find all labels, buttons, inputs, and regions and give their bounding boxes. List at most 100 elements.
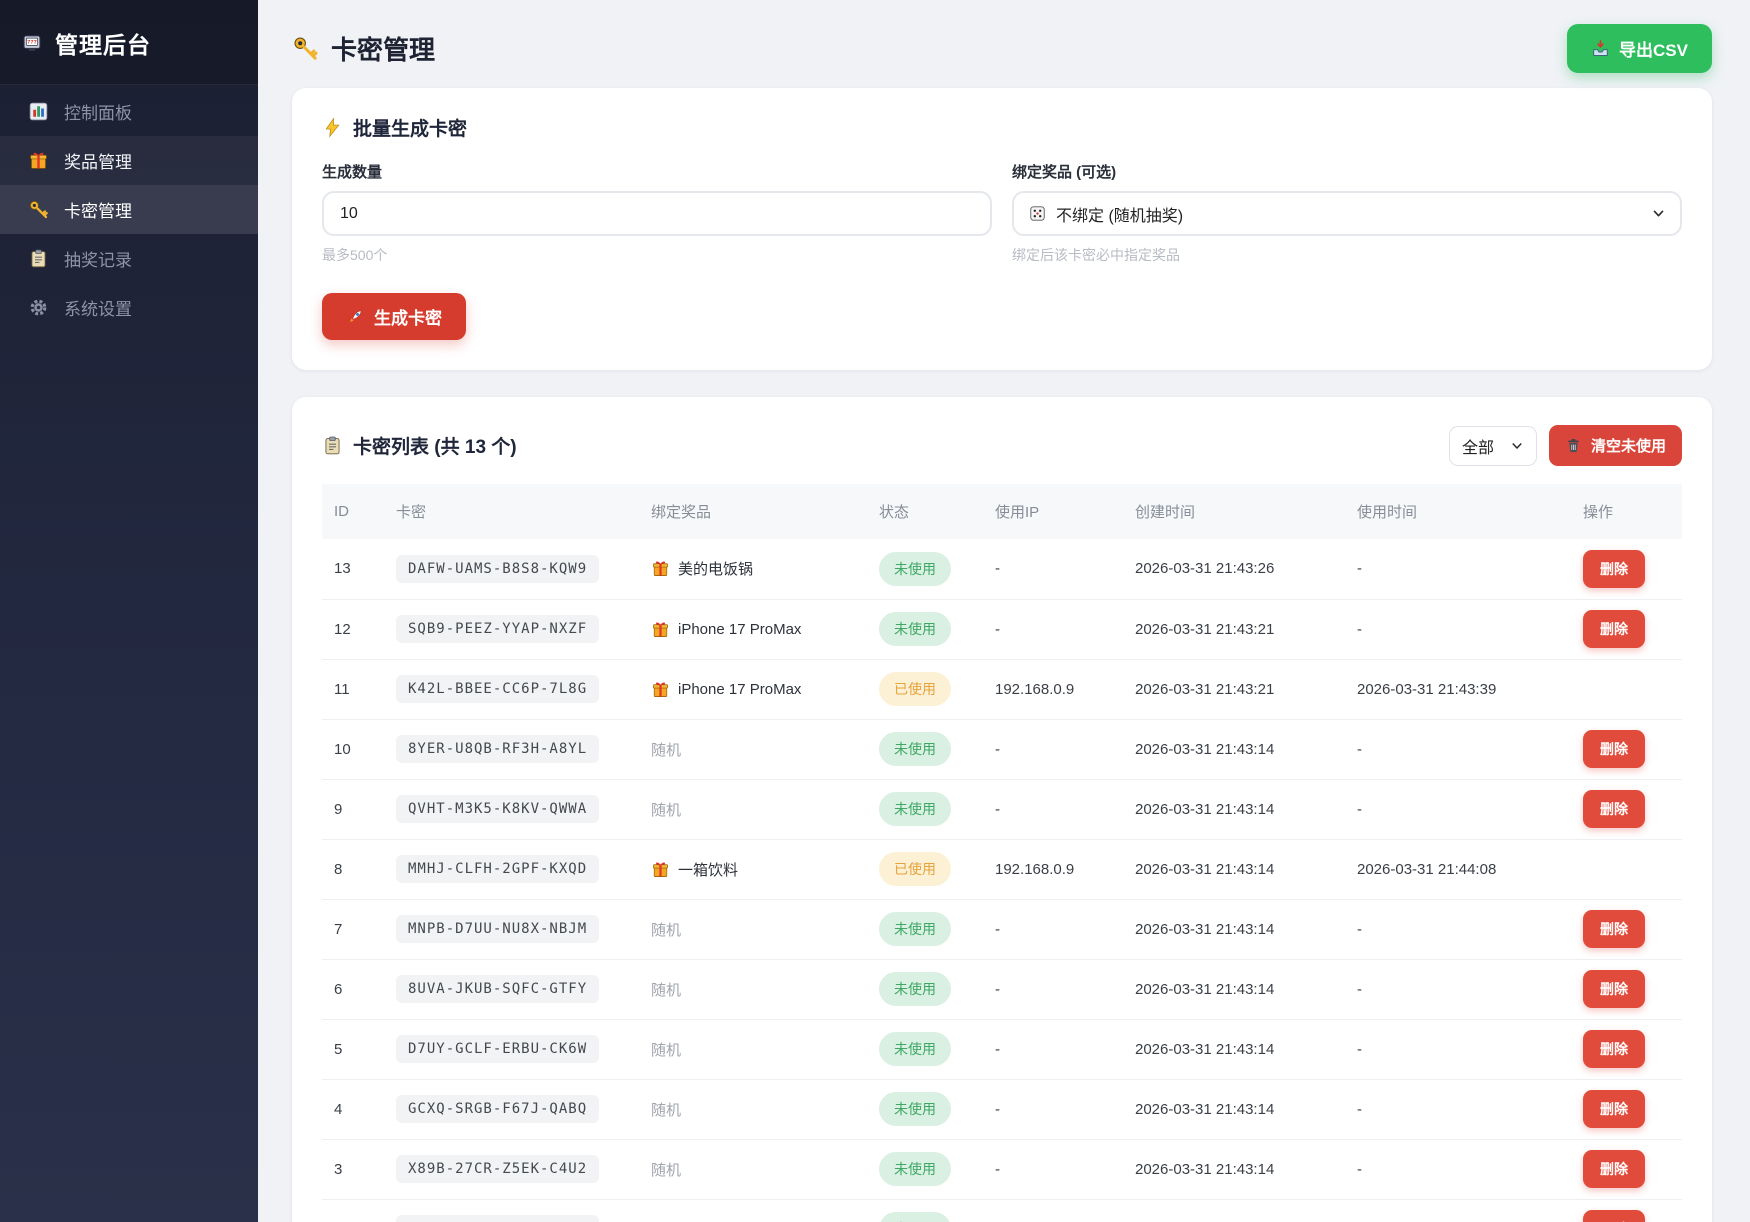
delete-button[interactable]: 删除: [1583, 1150, 1645, 1188]
cell-prize: iPhone 17 ProMax: [639, 599, 867, 659]
random-prize: 随机: [651, 1099, 855, 1120]
delete-button[interactable]: 删除: [1583, 730, 1645, 768]
cell-used-time: -: [1345, 899, 1571, 959]
cell-ip: -: [983, 1139, 1123, 1199]
random-prize: 随机: [651, 1159, 855, 1180]
status-badge: 未使用: [879, 552, 951, 586]
key-icon: [28, 199, 49, 220]
cell-prize: 随机: [639, 1199, 867, 1222]
cell-prize: 随机: [639, 899, 867, 959]
column-header-c-code: 卡密: [384, 484, 639, 539]
delete-button[interactable]: 删除: [1583, 910, 1645, 948]
cell-id: 2: [322, 1199, 384, 1222]
app-logo: 777 管理后台: [0, 0, 258, 85]
table-row: 12SQB9-PEEZ-YYAP-NXZFiPhone 17 ProMax未使用…: [322, 599, 1682, 659]
delete-button[interactable]: 删除: [1583, 1210, 1645, 1222]
cell-ip: -: [983, 599, 1123, 659]
sidebar-item-dashboard[interactable]: 控制面板: [0, 87, 258, 136]
generate-button[interactable]: 生成卡密: [322, 293, 466, 340]
key-icon: [292, 35, 319, 62]
card-code: GCXQ-SRGB-F67J-QABQ: [396, 1095, 599, 1123]
card-code: D7UY-GCLF-ERBU-CK6W: [396, 1035, 599, 1063]
cell-code: QVHT-M3K5-K8KV-QWWA: [384, 779, 639, 839]
trash-icon: [1565, 437, 1582, 454]
clear-unused-button[interactable]: 清空未使用: [1549, 425, 1682, 466]
cell-code: MNPB-D7UU-NU8X-NBJM: [384, 899, 639, 959]
cell-action: 删除: [1571, 1199, 1682, 1222]
table-row: 108YER-U8QB-RF3H-A8YL随机未使用-2026-03-31 21…: [322, 719, 1682, 779]
page-header: 卡密管理 导出CSV: [292, 22, 1712, 74]
card-code: SQB9-PEEZ-YYAP-NXZF: [396, 615, 599, 643]
cell-created-time: 2026-03-31 21:43:14: [1123, 719, 1345, 779]
cell-status: 未使用: [867, 899, 983, 959]
cell-used-time: 2026-03-31 21:44:08: [1345, 839, 1571, 899]
cell-status: 未使用: [867, 959, 983, 1019]
cell-action: 删除: [1571, 899, 1682, 959]
sidebar-item-label: 卡密管理: [64, 197, 132, 222]
random-prize: 随机: [651, 979, 855, 1000]
bound-prize: 美的电饭锅: [651, 558, 855, 579]
delete-button[interactable]: 删除: [1583, 610, 1645, 648]
cell-ip: -: [983, 899, 1123, 959]
status-badge: 已使用: [879, 852, 951, 886]
card-code: DAFW-UAMS-B8S8-KQW9: [396, 555, 599, 583]
cell-id: 4: [322, 1079, 384, 1139]
cell-created-time: 2026-03-31 21:43:14: [1123, 1079, 1345, 1139]
cell-status: 未使用: [867, 599, 983, 659]
table-row: 8MMHJ-CLFH-2GPF-KXQD一箱饮料已使用192.168.0.920…: [322, 839, 1682, 899]
status-badge: 未使用: [879, 1032, 951, 1066]
sidebar-item-settings[interactable]: 系统设置: [0, 283, 258, 332]
delete-button[interactable]: 删除: [1583, 1090, 1645, 1128]
sidebar-item-label: 系统设置: [64, 295, 132, 320]
cell-code: SQB9-PEEZ-YYAP-NXZF: [384, 599, 639, 659]
clipboard-icon: [322, 435, 343, 456]
batch-generate-title: 批量生成卡密: [322, 114, 1682, 141]
cell-ip: -: [983, 719, 1123, 779]
cell-used-time: -: [1345, 719, 1571, 779]
quantity-input[interactable]: [322, 191, 992, 236]
cell-action: 删除: [1571, 1019, 1682, 1079]
app-title: 管理后台: [55, 26, 151, 60]
random-prize: 随机: [651, 1039, 855, 1060]
random-prize: 随机: [651, 799, 855, 820]
card-code: MNPB-D7UU-NU8X-NBJM: [396, 915, 599, 943]
delete-button[interactable]: 删除: [1583, 550, 1645, 588]
status-filter-value: 全部: [1462, 434, 1494, 458]
prize-select[interactable]: 不绑定 (随机抽奖): [1012, 191, 1682, 236]
quantity-label: 生成数量: [322, 161, 992, 182]
delete-button[interactable]: 删除: [1583, 970, 1645, 1008]
sidebar-item-prizes[interactable]: 奖品管理: [0, 136, 258, 185]
cell-code: 8UVA-JKUB-SQFC-GTFY: [384, 959, 639, 1019]
cell-status: 未使用: [867, 539, 983, 599]
cell-code: GCXQ-SRGB-F67J-QABQ: [384, 1079, 639, 1139]
card-list-actions: 全部 清空未使用: [1449, 425, 1682, 466]
table-row: 2 W8L5-HQC9-ZQ2N-RASX 随机未使用 -2026-03-31 21:…: [322, 1199, 1682, 1222]
cell-created-time: 2026-03-31 21:43:14: [1123, 1199, 1345, 1222]
card-code: W8L5-HQC9-ZQ2N-RASX: [396, 1215, 599, 1222]
cell-created-time: 2026-03-31 21:43:14: [1123, 959, 1345, 1019]
cell-ip: -: [983, 1079, 1123, 1139]
status-filter-select[interactable]: 全部: [1449, 426, 1537, 466]
status-badge: 未使用: [879, 1212, 951, 1222]
cell-created-time: 2026-03-31 21:43:21: [1123, 659, 1345, 719]
card-list-card: 卡密列表 (共 13 个) 全部 清空未使用 ID卡密绑定奖品状态使用IP创建时…: [292, 397, 1712, 1222]
cell-code: W8L5-HQC9-ZQ2N-RASX: [384, 1199, 639, 1222]
card-table-header-row: ID卡密绑定奖品状态使用IP创建时间使用时间操作: [322, 484, 1682, 539]
cell-created-time: 2026-03-31 21:43:21: [1123, 599, 1345, 659]
cell-used-time: 2026-03-31 21:43:39: [1345, 659, 1571, 719]
sidebar-item-records[interactable]: 抽奖记录: [0, 234, 258, 283]
sidebar-item-label: 控制面板: [64, 99, 132, 124]
clipboard-icon: [28, 248, 49, 269]
sidebar-item-cards[interactable]: 卡密管理: [0, 185, 258, 234]
export-csv-button[interactable]: 导出CSV: [1567, 24, 1712, 73]
delete-button[interactable]: 删除: [1583, 790, 1645, 828]
delete-button[interactable]: 删除: [1583, 1030, 1645, 1068]
status-badge: 未使用: [879, 1152, 951, 1186]
cell-used-time: -: [1345, 539, 1571, 599]
cell-id: 8: [322, 839, 384, 899]
cell-used-time: -: [1345, 1199, 1571, 1222]
cell-status: 已使用: [867, 659, 983, 719]
card-list-title: 卡密列表 (共 13 个): [322, 432, 517, 459]
table-row: 5D7UY-GCLF-ERBU-CK6W随机未使用-2026-03-31 21:…: [322, 1019, 1682, 1079]
cell-prize: 随机: [639, 1079, 867, 1139]
